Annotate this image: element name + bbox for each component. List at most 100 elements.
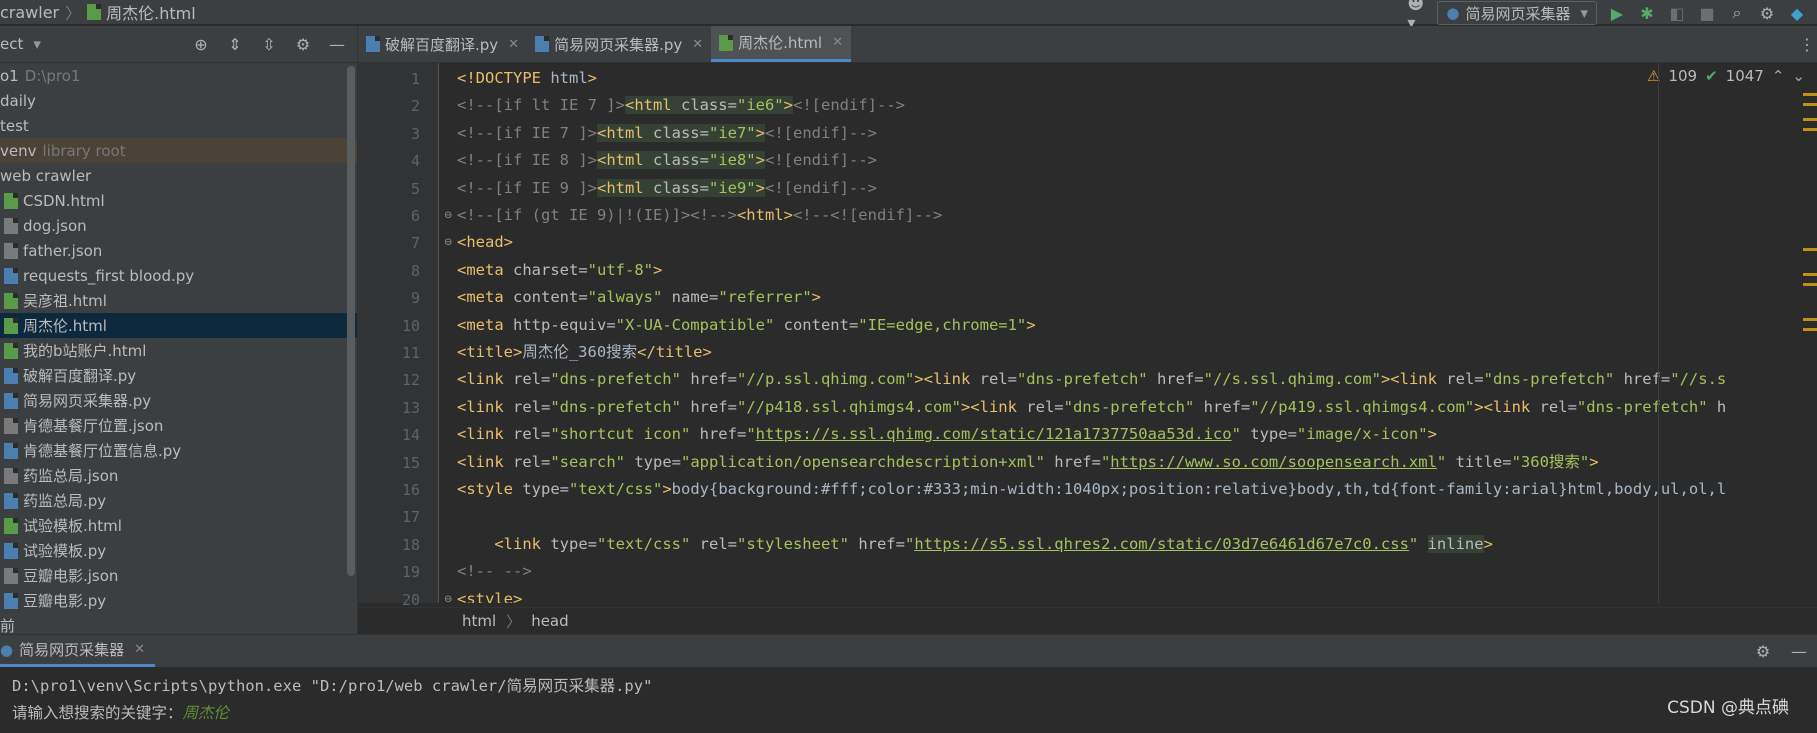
console-input[interactable]: 周杰伦 (183, 704, 230, 722)
inspection-widget[interactable]: ⚠ 109 ✔ 1047 ⌃ ⌄ (1647, 67, 1805, 85)
code-token: > (811, 288, 821, 307)
breadcrumb-file[interactable]: 周杰伦.html (106, 0, 196, 24)
expand-all-icon[interactable]: ⇕ (225, 34, 245, 54)
tree-item[interactable]: daily (0, 88, 357, 113)
warning-count: 109 (1668, 67, 1698, 85)
tree-item[interactable]: 肯德基餐厅位置信息.py (0, 438, 357, 463)
code-line[interactable]: <link rel="dns-prefetch" href="//p.ssl.q… (457, 366, 1726, 393)
tree-item[interactable]: 豆瓣电影.py (0, 588, 357, 613)
code-token: "dns-prefetch" (1576, 397, 1717, 416)
code-line[interactable]: <!--[if IE 8 ]><html class="ie8"><![endi… (457, 147, 877, 174)
gear-icon[interactable]: ⚙ (1757, 3, 1777, 23)
code-line[interactable]: <title>周杰伦_360搜索</title> (457, 339, 712, 366)
editor-tab[interactable]: 破解百度翻译.py ✕ (358, 26, 527, 62)
code-line[interactable]: <!--[if IE 7 ]><html class="ie7"><![endi… (457, 120, 877, 147)
tree-item[interactable]: CSDN.html (0, 188, 357, 213)
minimize-icon[interactable]: — (327, 34, 347, 54)
close-icon[interactable]: ✕ (134, 642, 145, 657)
code-token: 周杰伦_360搜索 (522, 343, 638, 361)
stripe-mark[interactable] (1803, 103, 1817, 106)
crumb-head[interactable]: head (531, 612, 568, 630)
tree-item[interactable]: 周杰伦.html (0, 313, 357, 338)
code-line[interactable]: <meta http-equiv="X-UA-Compatible" conte… (457, 312, 1036, 339)
run-configuration-label: 简易网页采集器 (1465, 4, 1571, 23)
plugin-icon[interactable]: ◆ (1787, 3, 1807, 23)
editor-tab[interactable]: 周杰伦.html ✕ (711, 26, 851, 62)
search-icon[interactable]: ⌕ (1727, 3, 1747, 23)
stripe-mark[interactable] (1803, 328, 1817, 331)
tree-item[interactable]: web crawler (0, 163, 357, 188)
fold-marker-icon[interactable]: ⊖ (444, 237, 452, 248)
code-editor[interactable]: 1 2 3 4 5 6 7 8 9 10 11 12 13 14 15 16 17 18 19 20 <!DOCTYP… (358, 63, 1817, 609)
code-line[interactable]: <style type="text/css">body{background:#… (457, 476, 1726, 503)
minimize-icon[interactable]: — (1789, 641, 1809, 661)
code-line[interactable]: <!DOCTYPE html> (457, 65, 597, 92)
breadcrumb-folder[interactable]: crawler (0, 3, 59, 22)
stripe-mark[interactable] (1803, 283, 1817, 286)
tree-item[interactable]: dog.json (0, 213, 357, 238)
tree-item[interactable]: requests_first blood.py (0, 263, 357, 288)
scrollbar[interactable] (347, 66, 355, 576)
stripe-mark[interactable] (1803, 318, 1817, 321)
tree-item[interactable]: 我的b站账户.html (0, 338, 357, 363)
tree-item[interactable]: 试验模板.py (0, 538, 357, 563)
project-view-label[interactable]: ect (0, 35, 23, 53)
chevron-up-icon[interactable]: ⌃ (1772, 67, 1785, 85)
code-line[interactable]: <meta charset="utf-8"> (457, 257, 662, 284)
code-line[interactable]: <style> (457, 586, 522, 603)
error-stripe[interactable] (1801, 63, 1817, 603)
close-icon[interactable]: ✕ (832, 35, 843, 50)
tree-item[interactable]: 肯德基餐厅位置.json (0, 413, 357, 438)
code-line[interactable]: <!--[if (gt IE 9)|!(IE)]><!--><html><!--… (457, 202, 942, 229)
code-line[interactable]: <link rel="dns-prefetch" href="//p418.ss… (457, 394, 1726, 421)
editor-tab[interactable]: 简易网页采集器.py ✕ (527, 26, 711, 62)
code-line[interactable]: <link rel="shortcut icon" href="https://… (457, 421, 1437, 448)
tree-item[interactable]: father.json (0, 238, 357, 263)
stop-icon[interactable]: ■ (1697, 3, 1717, 23)
run-tab[interactable]: ● 简易网页采集器 ✕ (0, 635, 156, 667)
run-configuration-select[interactable]: ● 简易网页采集器 ▾ (1437, 1, 1597, 25)
line-number-gutter: 1 2 3 4 5 6 7 8 9 10 11 12 13 14 15 16 17 18 19 20 (358, 63, 439, 609)
fold-marker-icon[interactable]: ⊖ (444, 594, 452, 605)
tree-item[interactable]: 豆瓣电影.json (0, 563, 357, 588)
tabs-menu-icon[interactable]: ⋮ (1797, 34, 1817, 54)
stripe-mark[interactable] (1803, 93, 1817, 96)
coverage-icon[interactable]: ◧ (1667, 3, 1687, 23)
tree-item[interactable]: 药监总局.py (0, 488, 357, 513)
tree-item[interactable]: venv library root (0, 138, 357, 163)
stripe-mark[interactable] (1803, 128, 1817, 131)
code-line[interactable]: <!--[if IE 9 ]><html class="ie9"><![endi… (457, 175, 877, 202)
tree-item[interactable]: 简易网页采集器.py (0, 388, 357, 413)
code-line[interactable]: <!--[if lt IE 7 ]><html class="ie6"><![e… (457, 92, 905, 119)
user-icon[interactable]: ☻▾ (1407, 0, 1427, 32)
tree-item[interactable]: 试验模板.html (0, 513, 357, 538)
code-line[interactable]: <meta content="always" name="referrer"> (457, 284, 821, 311)
tree-item[interactable]: 破解百度翻译.py (0, 363, 357, 388)
tree-item[interactable]: test (0, 113, 357, 138)
py-file-icon (4, 392, 18, 409)
tree-item[interactable]: o1 D:\pro1 (0, 63, 357, 88)
code-token: "ie8" (708, 151, 756, 170)
fold-marker-icon[interactable]: ⊖ (444, 210, 452, 221)
close-icon[interactable]: ✕ (692, 37, 703, 52)
stripe-mark[interactable] (1803, 248, 1817, 251)
gear-icon[interactable]: ⚙ (1753, 641, 1773, 661)
run-console[interactable]: D:\pro1\venv\Scripts\python.exe "D:/pro1… (0, 667, 1817, 733)
tree-item[interactable]: 吴彦祖.html (0, 288, 357, 313)
code-line[interactable]: <head> (457, 229, 513, 256)
code-line[interactable]: <!-- --> (457, 558, 532, 585)
locate-icon[interactable]: ⊕ (191, 34, 211, 54)
crumb-html[interactable]: html (462, 612, 496, 630)
close-icon[interactable]: ✕ (508, 37, 519, 52)
chevron-down-icon[interactable]: ▾ (33, 35, 41, 53)
tree-item[interactable]: 药监总局.json (0, 463, 357, 488)
debug-icon[interactable]: ✱ (1637, 3, 1657, 23)
stripe-mark[interactable] (1803, 273, 1817, 276)
code-line[interactable]: <link rel="search" type="application/ope… (457, 449, 1599, 476)
code-line[interactable]: <link type="text/css" rel="stylesheet" h… (457, 531, 1493, 558)
code-area[interactable]: <!DOCTYPE html> <!--[if lt IE 7 ]><html c… (457, 63, 1757, 603)
gear-icon[interactable]: ⚙ (293, 34, 313, 54)
stripe-mark[interactable] (1803, 118, 1817, 121)
collapse-all-icon[interactable]: ⇳ (259, 34, 279, 54)
run-icon[interactable]: ▶ (1607, 3, 1627, 23)
